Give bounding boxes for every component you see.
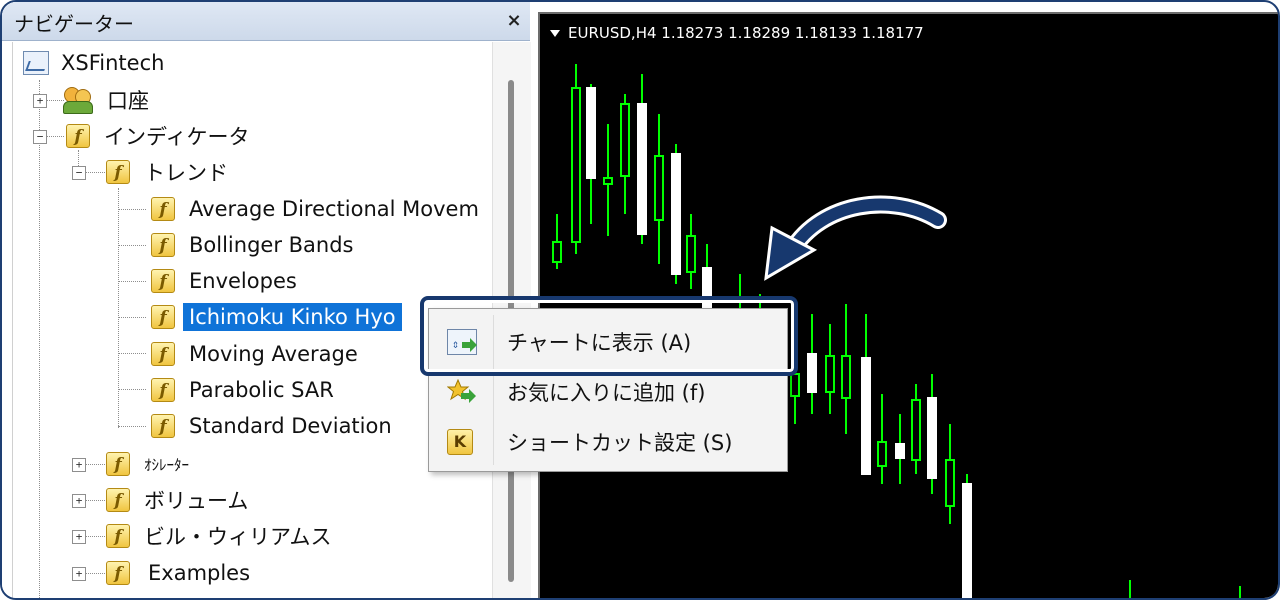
account-icon [63, 87, 93, 114]
candle-body [603, 177, 613, 185]
candle-body [552, 241, 562, 263]
candle-body [927, 397, 937, 479]
tree-item-label: Parabolic SAR [189, 378, 334, 402]
highlight-box [420, 296, 798, 376]
tree-item-label: Bollinger Bands [189, 233, 354, 257]
function-icon: f [106, 160, 130, 184]
tree-item-indicators[interactable]: f インディケータ [66, 120, 250, 152]
candle-body [654, 155, 664, 221]
candle-body [671, 153, 681, 275]
function-icon: f [151, 414, 175, 438]
function-icon: f [106, 524, 130, 548]
navigator-header: ナビゲーター × [2, 2, 530, 41]
candle-body [962, 483, 972, 598]
candle-body [911, 399, 921, 461]
candle-body [861, 357, 871, 475]
expand-icon[interactable]: + [72, 530, 86, 544]
expand-icon[interactable]: + [72, 567, 86, 581]
chart-title: EURUSD,H4 1.18273 1.18289 1.18133 1.1817… [550, 24, 924, 42]
tree-item-indicator[interactable]: f Average Directional Movem [151, 193, 479, 225]
candle-body [895, 443, 905, 459]
tree-item-label: Standard Deviation [189, 414, 392, 438]
collapse-icon[interactable]: − [72, 166, 86, 180]
k-icon: K [447, 429, 473, 455]
expand-icon[interactable]: + [33, 94, 47, 108]
tree-item-partial[interactable]: f [106, 594, 144, 598]
tree-item-indicator-selected[interactable]: f Ichimoku Kinko Hyo [151, 301, 402, 333]
tree-item-label: ボリューム [144, 489, 249, 513]
candle-body [686, 235, 696, 273]
menu-item-label: ショートカット設定 (S) [507, 431, 733, 455]
tree-item-trend[interactable]: f トレンド [106, 156, 228, 188]
function-icon: f [106, 452, 130, 476]
expand-icon[interactable]: + [72, 458, 86, 472]
candle-body [825, 355, 835, 393]
function-icon: f [151, 305, 175, 329]
tree-item-oscillators[interactable]: f ｵｼﾚｰﾀｰ [106, 448, 189, 480]
function-icon: f [151, 197, 175, 221]
tree-item-indicator[interactable]: f Envelopes [151, 265, 297, 297]
tree-item-bill-williams[interactable]: f ビル・ウィリアムス [106, 520, 332, 552]
tree-item-indicator[interactable]: f Parabolic SAR [151, 374, 334, 406]
tree-item-label: Envelopes [189, 269, 297, 293]
function-icon: f [151, 378, 175, 402]
function-icon: f [151, 233, 175, 257]
tree-item-label: 口座 [107, 89, 149, 113]
tree-item-label: トレンド [144, 161, 228, 185]
candle-body [841, 355, 851, 399]
star-icon [446, 378, 477, 405]
function-icon: f [66, 124, 90, 148]
tree-item-indicator[interactable]: f Moving Average [151, 338, 358, 370]
menu-item-shortcut[interactable]: K ショートカット設定 (S) [429, 417, 787, 467]
candle-body [571, 87, 581, 243]
close-icon[interactable]: × [504, 11, 524, 31]
tree-item-label: Average Directional Movem [189, 197, 479, 221]
curved-arrow-icon [764, 195, 947, 281]
screenshot-frame: ナビゲーター × XSFintech + 口座 − f インディケータ − f … [0, 0, 1280, 600]
tree-item-label: Ichimoku Kinko Hyo [183, 303, 402, 331]
navigator-title: ナビゲーター [14, 12, 134, 36]
tree-item-root[interactable]: XSFintech [23, 47, 164, 79]
candle-body [877, 441, 887, 467]
tree-item-label: XSFintech [61, 51, 165, 75]
function-examples-icon: f [106, 561, 130, 585]
tree-item-label: ビル・ウィリアムス [144, 525, 332, 549]
candle-body [807, 353, 817, 393]
terminal-icon [23, 51, 49, 75]
tree-item-account[interactable]: 口座 [63, 84, 149, 116]
tree-item-volumes[interactable]: f ボリューム [106, 484, 248, 516]
tree-item-label: Moving Average [189, 342, 358, 366]
tree-item-label: ｵｼﾚｰﾀｰ [144, 455, 190, 474]
candle-body [586, 87, 596, 179]
candle-body [945, 459, 955, 507]
tree-item-indicator[interactable]: f Bollinger Bands [151, 229, 353, 261]
tree-item-label: インディケータ [104, 125, 250, 149]
function-icon: f [151, 269, 175, 293]
tree-item-label: Examples [148, 561, 251, 585]
candle-body [790, 373, 800, 397]
tree-item-examples[interactable]: f Examples [106, 557, 250, 589]
menu-item-label: お気に入りに追加 (f) [507, 381, 706, 405]
dropdown-triangle-icon[interactable] [550, 30, 560, 37]
collapse-icon[interactable]: − [33, 130, 47, 144]
candle-body [637, 103, 647, 235]
expand-icon[interactable]: + [72, 494, 86, 508]
function-icon: f [106, 488, 130, 512]
tree-item-indicator[interactable]: f Standard Deviation [151, 410, 392, 442]
chart-title-text: EURUSD,H4 1.18273 1.18289 1.18133 1.1817… [568, 24, 924, 42]
function-icon: f [151, 342, 175, 366]
candle-body [620, 103, 630, 177]
